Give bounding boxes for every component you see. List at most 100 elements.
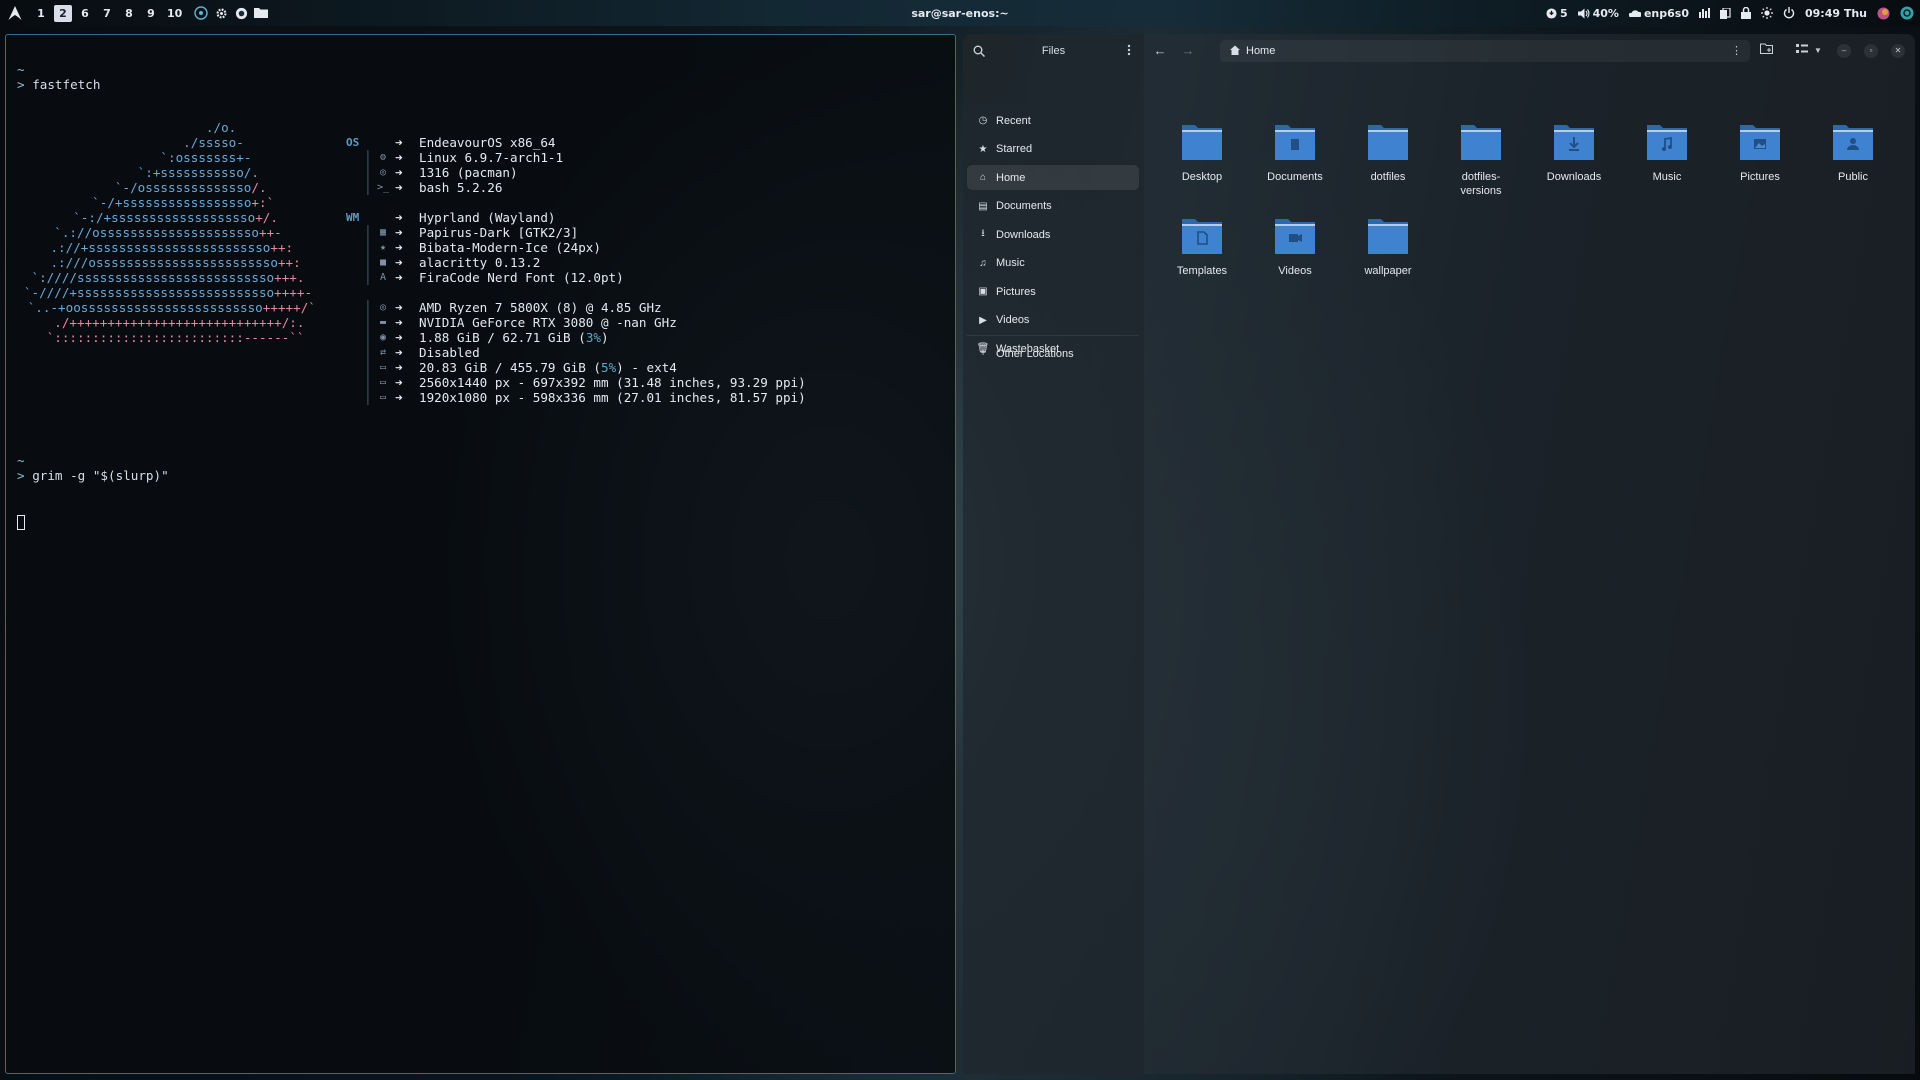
arch-logo-icon[interactable] [6, 4, 24, 22]
kebab-menu-icon[interactable] [1124, 44, 1134, 58]
workspace-9[interactable]: 9 [142, 5, 160, 22]
tree-connector: │ [364, 255, 372, 270]
workspace-7[interactable]: 7 [98, 5, 116, 22]
sidebar-item-other-locations[interactable]: + Other Locations [967, 341, 1139, 366]
sidebar-item-starred[interactable]: ★ Starred [967, 137, 1139, 162]
path-bar[interactable]: Home ⋮ [1220, 40, 1750, 62]
folder-icon [1459, 122, 1503, 162]
folder-item[interactable]: Pictures [1720, 122, 1800, 184]
fastfetch-icon: ▭ [379, 362, 387, 373]
ascii-line: `:+sssssssssso/. [18, 165, 318, 180]
folder-item[interactable]: wallpaper [1348, 216, 1428, 278]
workspace-6[interactable]: 6 [76, 5, 94, 22]
maximize-icon[interactable]: ▫ [1864, 44, 1878, 58]
ascii-segment: .://+ssssssssssssssssssssssso [42, 240, 271, 255]
videos-folder-icon [1273, 216, 1317, 256]
volume-indicator[interactable]: 40% [1577, 7, 1619, 20]
files-sidebar: Files ◷ Recent ★ Starred ⌂ Home ▤ Documents ⭳ Dow… [963, 34, 1144, 1074]
fastfetch-value: Papirus-Dark [GTK2/3] [419, 225, 578, 240]
fastfetch-value: FiraCode Nerd Font (12.0pt) [419, 270, 624, 285]
fastfetch-value: Hyprland (Wayland) [419, 210, 555, 225]
folder-item[interactable]: Videos [1255, 216, 1335, 278]
close-icon[interactable]: ✕ [1891, 44, 1905, 58]
folder-item[interactable]: dotfiles- versions [1441, 122, 1521, 198]
tree-connector: │ [364, 300, 372, 315]
sidebar-item-music[interactable]: ♫ Music [967, 251, 1139, 276]
folder-icon [1180, 122, 1224, 162]
clock[interactable]: 09:49 Thu [1805, 7, 1867, 20]
clipboard-icon[interactable] [1719, 7, 1731, 19]
cpu-graph-icon[interactable] [1698, 8, 1710, 18]
monitor-app-icon[interactable] [193, 5, 209, 21]
settings-gear-icon[interactable] [213, 5, 229, 21]
ascii-segment: +/. [255, 210, 278, 225]
value-text: AMD Ryzen 7 5800X (8) @ 4.85 GHz [419, 300, 662, 315]
brightness-icon[interactable] [1760, 7, 1773, 19]
sidebar-item-downloads[interactable]: ⭳ Downloads [967, 222, 1139, 247]
path-segment-home[interactable]: Home [1246, 45, 1275, 57]
sidebar-item-label: Videos [996, 314, 1030, 326]
color-picker-icon[interactable] [1877, 7, 1890, 20]
folder-item[interactable]: Music [1627, 122, 1707, 184]
ascii-line: ./o. [18, 120, 318, 135]
ascii-segment: `.://osssssssssssssssssssso [54, 225, 259, 240]
folder-icon[interactable] [253, 5, 269, 21]
prompt-dir: ~ [17, 453, 25, 468]
ascii-line: `-/ossssssssssssso/. [18, 180, 318, 195]
files-window[interactable]: Files ◷ Recent ★ Starred ⌂ Home ▤ Documents ⭳ Dow… [963, 34, 1915, 1074]
notification-icon[interactable] [1900, 6, 1914, 20]
sidebar-item-label: Downloads [996, 228, 1051, 241]
back-arrow-icon[interactable]: ← [1152, 43, 1168, 59]
folder-item[interactable]: Documents [1255, 122, 1335, 184]
minimize-icon[interactable]: – [1837, 44, 1851, 58]
power-icon[interactable] [1783, 7, 1795, 19]
star-icon: ★ [978, 143, 988, 155]
sidebar-item-recent[interactable]: ◷ Recent [967, 108, 1139, 133]
github-icon[interactable] [233, 5, 249, 21]
fastfetch-value: NVIDIA GeForce RTX 3080 @ -nan GHz [419, 315, 677, 330]
top-bar: 1 2 6 7 8 9 10 sar@sar-enos:~ 5 40% enp6… [0, 0, 1920, 26]
folder-item[interactable]: Templates [1162, 216, 1242, 278]
lock-icon[interactable] [1740, 7, 1751, 19]
sidebar-item-pictures[interactable]: ▣ Pictures [967, 279, 1139, 304]
ascii-segment: `:+sssssssssso/. [77, 165, 259, 180]
music-note-icon: ♫ [979, 257, 987, 269]
tree-connector: │ [364, 375, 372, 390]
workspace-2[interactable]: 2 [54, 4, 72, 22]
fastfetch-value: 20.83 GiB / 455.79 GiB (5%) - ext4 [419, 360, 677, 375]
arrow-icon: ➜ [395, 270, 403, 285]
value-text: 1316 (pacman) [419, 165, 518, 180]
tree-connector: │ [364, 225, 372, 240]
sidebar-item-documents[interactable]: ▤ Documents [967, 194, 1139, 219]
workspace-10[interactable]: 10 [164, 5, 185, 22]
folder-item[interactable]: Public [1813, 122, 1893, 184]
folder-item[interactable]: Downloads [1534, 122, 1614, 184]
public-folder-icon [1831, 122, 1875, 162]
view-options-chevron-icon[interactable]: ▼ [1810, 43, 1826, 59]
updates-indicator[interactable]: 5 [1546, 7, 1568, 20]
folder-label: wallpaper [1364, 265, 1412, 277]
prompt-dir: ~ [17, 62, 25, 77]
view-toggle-icon[interactable] [1794, 43, 1810, 59]
value-text: NVIDIA GeForce RTX 3080 @ -nan GHz [419, 315, 677, 330]
network-indicator[interactable]: enp6s0 [1628, 7, 1689, 20]
sidebar-item-videos[interactable]: ▶ Videos [967, 308, 1139, 333]
folder-item[interactable]: Desktop [1162, 122, 1242, 184]
arrow-icon: ➜ [395, 360, 403, 375]
new-folder-icon[interactable] [1758, 43, 1774, 59]
workspace-1[interactable]: 1 [32, 5, 50, 22]
fastfetch-value: alacritty 0.13.2 [419, 255, 540, 270]
folder-label: Templates [1176, 265, 1228, 277]
fastfetch-value: Disabled [419, 345, 480, 360]
path-menu-icon[interactable]: ⋮ [1731, 44, 1742, 57]
forward-arrow-icon[interactable]: → [1180, 43, 1196, 59]
value-text: Hyprland (Wayland) [419, 210, 556, 225]
sidebar-item-home[interactable]: ⌂ Home [967, 165, 1139, 190]
document-icon: ▤ [978, 200, 988, 212]
folder-item[interactable]: dotfiles [1348, 122, 1428, 184]
files-header-bar: ← → Home ⋮ ▼ – ▫ ✕ [1144, 34, 1915, 68]
workspace-8[interactable]: 8 [120, 5, 138, 22]
fastfetch-icon: ▭ [379, 377, 387, 388]
terminal-window[interactable]: ~ > fastfetch ./o. ./sssso- `:osssssss+-… [5, 34, 956, 1074]
value-text: Linux 6.9.7-arch1-1 [419, 150, 564, 165]
